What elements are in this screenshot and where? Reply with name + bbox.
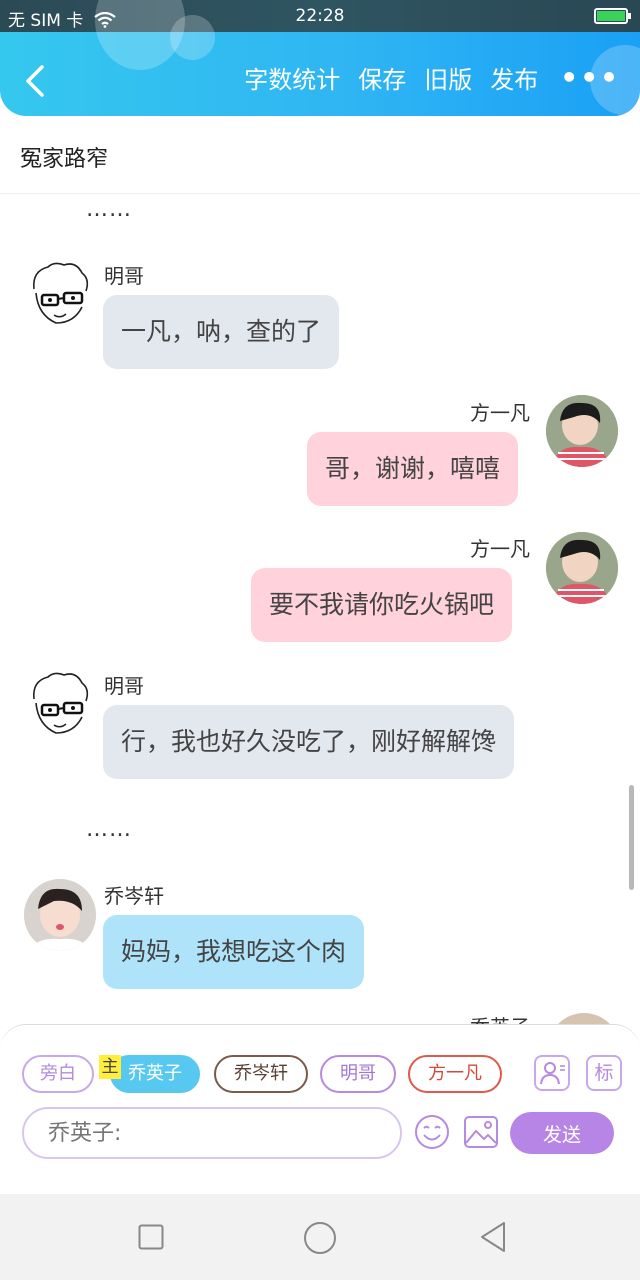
avatar-fangyifan[interactable]: [546, 395, 618, 467]
mark-button[interactable]: 标: [586, 1055, 622, 1091]
photo-avatar: [546, 395, 618, 467]
header-actions: 字数统计 保存 旧版 发布 •••: [226, 60, 620, 95]
character-chip-fangyifan[interactable]: 方一凡: [408, 1055, 502, 1093]
app-header: 无 SIM 卡 22:28 字数统计 保存 旧版 发布 •••: [0, 0, 640, 116]
message-bubble[interactable]: 哥，谢谢，嘻嘻: [307, 432, 519, 506]
photo-avatar: [546, 532, 618, 604]
sender-name: 乔岑轩: [104, 884, 164, 908]
message-bubble[interactable]: 要不我请你吃火锅吧: [251, 568, 513, 642]
add-character-button[interactable]: [534, 1055, 570, 1091]
avatar-mingge[interactable]: [24, 259, 96, 331]
word-count-button[interactable]: 字数统计: [244, 60, 340, 95]
narration-ellipsis[interactable]: ……: [86, 817, 132, 842]
sketch-face-avatar: [32, 672, 89, 734]
character-chip-qiaoyingzi[interactable]: 乔英子: [110, 1055, 200, 1093]
emoji-icon[interactable]: [413, 1113, 451, 1151]
composer-panel: 旁白 乔英子 主 乔岑轩 明哥 方一凡 标 发送: [0, 1024, 640, 1160]
message-bubble[interactable]: 行，我也好久没吃了，刚好解解馋: [103, 705, 515, 779]
send-button[interactable]: 发送: [510, 1112, 614, 1154]
character-chip-mingge[interactable]: 明哥: [320, 1055, 396, 1093]
back-nav-icon[interactable]: [478, 1221, 508, 1253]
narration-ellipsis[interactable]: ……: [86, 197, 132, 222]
main-character-tag: 主: [99, 1055, 121, 1079]
sender-name: 方一凡: [470, 401, 530, 425]
character-chip-qiaocenxuan[interactable]: 乔岑轩: [214, 1055, 308, 1093]
panel-spacer: [0, 1160, 640, 1194]
home-icon[interactable]: [303, 1221, 337, 1255]
save-button[interactable]: 保存: [358, 60, 406, 95]
message-bubble[interactable]: 一凡，呐，查的了: [103, 295, 340, 369]
status-time: 22:28: [295, 6, 345, 26]
old-version-button[interactable]: 旧版: [424, 60, 472, 95]
chat-list[interactable]: …… 明哥 一凡，呐，查的了 方一凡 哥，谢谢，嘻嘻 方一凡 要不我请你吃火锅吧…: [0, 195, 640, 1025]
sender-name: 明哥: [104, 674, 144, 698]
message-bubble[interactable]: 妈妈，我想吃这个肉: [103, 915, 365, 989]
avatar-mingge[interactable]: [24, 669, 96, 741]
system-nav-bar: [0, 1194, 640, 1280]
person-icon: [540, 1062, 565, 1085]
story-title: 冤家路窄: [20, 147, 109, 172]
sender-name: 方一凡: [470, 537, 530, 561]
story-title-row[interactable]: 冤家路窄: [0, 116, 640, 194]
character-chip-narration[interactable]: 旁白: [22, 1055, 94, 1093]
recent-apps-icon[interactable]: [138, 1224, 164, 1250]
message-input[interactable]: [22, 1107, 402, 1159]
scroll-indicator[interactable]: [629, 785, 634, 890]
photo-avatar: [24, 879, 96, 951]
more-options-button[interactable]: •••: [560, 61, 620, 94]
image-icon[interactable]: [462, 1113, 500, 1151]
publish-button[interactable]: 发布: [490, 60, 538, 95]
battery-icon: [594, 8, 631, 24]
sender-name: 乔英子: [470, 1011, 530, 1025]
avatar-fangyifan[interactable]: [546, 532, 618, 604]
avatar-qiaocenxuan[interactable]: [24, 879, 96, 951]
sketch-face-avatar: [32, 262, 89, 324]
back-button[interactable]: [22, 64, 48, 98]
mark-label: 标: [594, 1062, 614, 1084]
sender-name: 明哥: [104, 264, 144, 288]
